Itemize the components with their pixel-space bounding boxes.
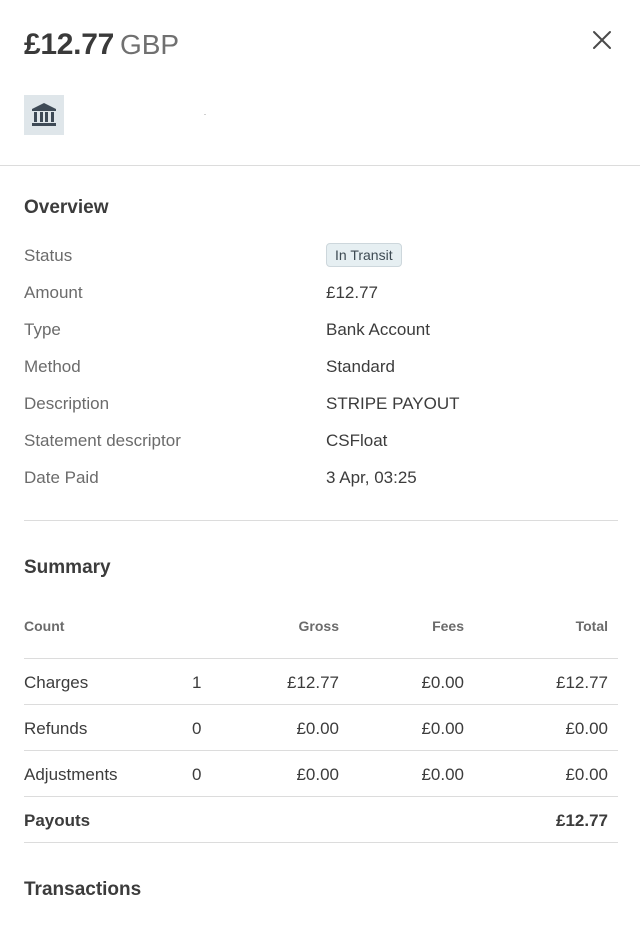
amount-label: Amount — [24, 283, 83, 302]
row-total: £0.00 — [565, 765, 608, 784]
row-total: £0.00 — [565, 719, 608, 738]
amount-row: Amount £12.77 — [24, 283, 618, 320]
date-paid-value: 3 Apr, 03:25 — [326, 468, 417, 487]
type-value: Bank Account — [326, 320, 430, 339]
row-gross: £12.77 — [287, 673, 339, 692]
row-fees: £0.00 — [421, 673, 464, 692]
row-count: 0 — [192, 719, 202, 738]
table-row: Charges 1 £12.77 £0.00 £12.77 — [24, 658, 618, 704]
row-name: Charges — [24, 673, 89, 692]
summary-table-header: Count Gross Fees Total — [24, 618, 618, 658]
statement-descriptor-row: Statement descriptor CSFloat — [24, 431, 618, 468]
section-divider — [24, 520, 618, 521]
statement-descriptor-value: CSFloat — [326, 431, 388, 450]
status-label: Status — [24, 246, 73, 265]
payouts-row: Payouts £12.77 — [24, 796, 618, 842]
statement-descriptor-label: Statement descriptor — [24, 431, 181, 450]
close-button[interactable] — [588, 26, 616, 54]
row-name: Adjustments — [24, 765, 118, 784]
payouts-total: £12.77 — [556, 811, 608, 830]
summary-title: Summary — [24, 557, 111, 578]
row-total: £12.77 — [556, 673, 608, 692]
row-fees: £0.00 — [421, 719, 464, 738]
close-icon — [593, 31, 611, 49]
table-row: Adjustments 0 £0.00 £0.00 £0.00 — [24, 750, 618, 796]
table-row: Refunds 0 £0.00 £0.00 £0.00 — [24, 704, 618, 750]
payouts-label: Payouts — [24, 811, 91, 830]
description-value: STRIPE PAYOUT — [326, 394, 460, 413]
transactions-title: Transactions — [24, 879, 142, 900]
col-count: Count — [24, 618, 65, 634]
description-row: Description STRIPE PAYOUT — [24, 394, 618, 431]
method-row: Method Standard — [24, 357, 618, 394]
row-fees: £0.00 — [421, 765, 464, 784]
separator-dot — [204, 114, 206, 115]
col-fees: Fees — [432, 618, 464, 634]
type-label: Type — [24, 320, 61, 339]
status-badge: In Transit — [326, 243, 402, 267]
amount-value: £12.77 — [24, 28, 114, 61]
row-count: 0 — [192, 765, 202, 784]
bank-icon — [24, 95, 64, 135]
col-total: Total — [575, 618, 608, 634]
method-value: Standard — [326, 357, 395, 376]
payout-header: £12.77 GBP — [0, 0, 640, 166]
status-row: Status In Transit — [24, 243, 618, 283]
row-gross: £0.00 — [296, 765, 339, 784]
date-paid-label: Date Paid — [24, 468, 99, 487]
type-row: Type Bank Account — [24, 320, 618, 357]
description-label: Description — [24, 394, 110, 413]
amount-currency: GBP — [119, 29, 180, 60]
row-name: Refunds — [24, 719, 88, 738]
table-bottom-divider — [24, 842, 618, 843]
col-gross: Gross — [298, 618, 339, 634]
method-label: Method — [24, 357, 81, 376]
amount-row-value: £12.77 — [326, 283, 378, 302]
row-count: 1 — [192, 673, 202, 692]
date-paid-row: Date Paid 3 Apr, 03:25 — [24, 468, 618, 505]
overview-title: Overview — [24, 197, 109, 218]
row-gross: £0.00 — [296, 719, 339, 738]
payout-amount: £12.77 GBP — [24, 28, 179, 62]
